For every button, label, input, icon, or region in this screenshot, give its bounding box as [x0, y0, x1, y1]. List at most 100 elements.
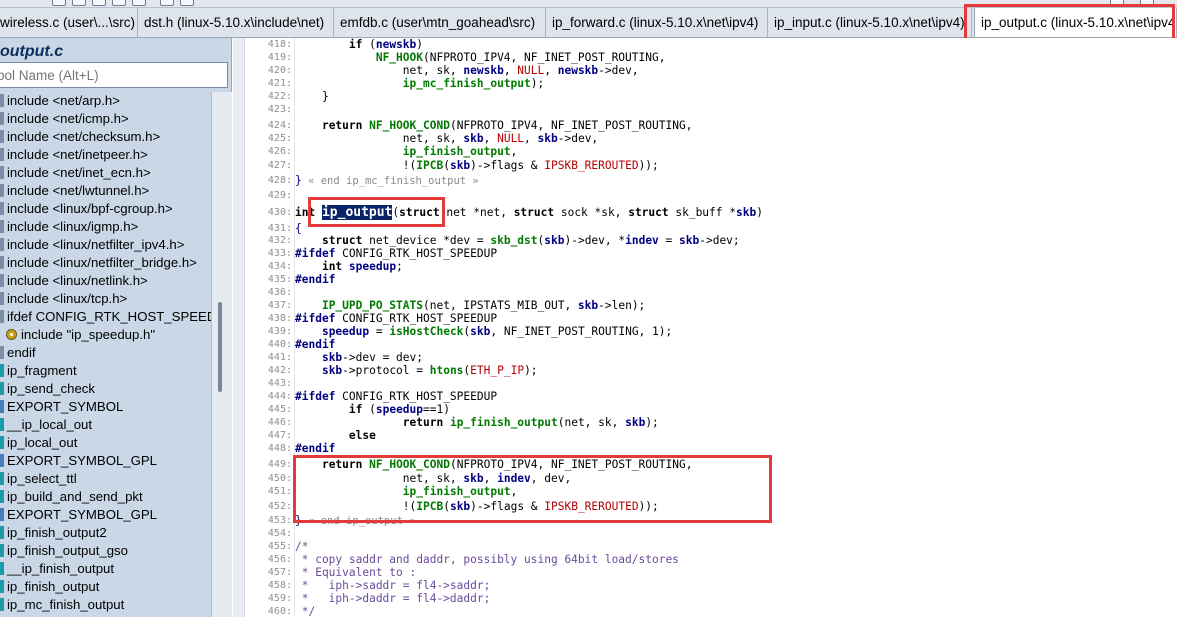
- line-number: 437:: [267, 300, 292, 311]
- toolbar-button[interactable]: [180, 0, 194, 6]
- code-line-419: NF_HOOK(NFPROTO_IPV4, NF_INET_POST_ROUTI…: [295, 51, 666, 64]
- toolbar-button[interactable]: [1110, 0, 1124, 6]
- line-number: 445:: [267, 404, 292, 415]
- symbol-list-item[interactable]: ifdef CONFIG_RTK_HOST_SPEEDUP: [0, 308, 211, 326]
- code-text: }: [295, 174, 302, 187]
- symbol-list-item[interactable]: __ip_finish_output: [0, 560, 211, 578]
- symbol-list-item[interactable]: include <net/icmp.h>: [0, 110, 211, 128]
- code-text: return NF_HOOK_COND(NFPROTO_IPV4, NF_INE…: [321, 119, 693, 132]
- function-icon: [0, 544, 4, 557]
- line-number: 459:: [267, 593, 292, 604]
- end-block-comment: « end ip_output »: [301, 515, 416, 527]
- tab-ip-forward[interactable]: ip_forward.c (linux-5.10.x\net\ipv4): [546, 8, 768, 37]
- toolbar-button[interactable]: [1140, 0, 1154, 6]
- symbol-list-item[interactable]: ip_local_out: [0, 434, 211, 452]
- selected-function-name[interactable]: ip_output: [321, 205, 393, 220]
- function-icon: [0, 580, 4, 593]
- symbol-label: EXPORT_SYMBOL_GPL: [7, 453, 158, 468]
- symbol-list-item[interactable]: include <net/inetpeer.h>: [0, 146, 211, 164]
- code-text: net, sk, skb, NULL, skb->dev,: [295, 132, 599, 145]
- symbol-list-item[interactable]: ip_finish_output2: [0, 524, 211, 542]
- code-text: */: [295, 605, 316, 617]
- code-line-440: #endif: [295, 338, 335, 351]
- sidebar-file-title: output.c: [0, 43, 64, 60]
- symbol-label: include <linux/netfilter_ipv4.h>: [7, 237, 185, 252]
- tab-dst-h[interactable]: dst.h (linux-5.10.x\include\net): [138, 8, 334, 37]
- sidebar-scrollbar[interactable]: [211, 92, 232, 617]
- line-number: 449:: [267, 459, 292, 470]
- symbol-list-item[interactable]: include <net/inet_ecn.h>: [0, 164, 211, 182]
- symbol-list-item[interactable]: ip_finish_output_gso: [0, 542, 211, 560]
- macro-icon: [0, 454, 4, 467]
- toolbar-button[interactable]: [160, 0, 174, 6]
- code-text: * copy saddr and daddr, possibly using 6…: [295, 553, 679, 566]
- symbol-list-item[interactable]: include <net/arp.h>: [0, 92, 211, 110]
- function-icon: [0, 364, 4, 377]
- line-number: 441:: [267, 352, 292, 363]
- code-line-446: return ip_finish_output(net, sk, skb);: [295, 416, 659, 429]
- symbol-list-item[interactable]: include "ip_speedup.h": [0, 326, 211, 344]
- line-number: 422:: [267, 91, 292, 102]
- line-number: 435:: [267, 274, 292, 285]
- include-icon: [0, 94, 4, 107]
- symbol-label: ip_finish_output_gso: [7, 543, 128, 558]
- symbol-list-item[interactable]: include <linux/bpf-cgroup.h>: [0, 200, 211, 218]
- symbol-list-item[interactable]: ip_build_and_send_pkt: [0, 488, 211, 506]
- line-number: 438:: [267, 313, 292, 324]
- symbol-list-item[interactable]: include <net/checksum.h>: [0, 128, 211, 146]
- line-number: 439:: [267, 326, 292, 337]
- symbol-search-input[interactable]: [0, 62, 228, 88]
- symbol-list-item[interactable]: ip_mc_finish_output: [0, 596, 211, 614]
- toolbar-button[interactable]: [92, 0, 106, 6]
- macro-icon: [0, 508, 4, 521]
- tab-ip-input[interactable]: ip_input.c (linux-5.10.x\net\ipv4): [768, 8, 972, 37]
- line-number: 419:: [267, 52, 292, 63]
- toolbar-button[interactable]: [72, 0, 86, 6]
- code-line-460: */: [295, 605, 315, 617]
- tab-wireless[interactable]: wireless.c (user\...\src): [0, 8, 138, 37]
- code-line-455: /*: [295, 540, 308, 553]
- symbol-list-item[interactable]: EXPORT_SYMBOL_GPL: [0, 506, 211, 524]
- symbol-list-item[interactable]: __ip_local_out: [0, 416, 211, 434]
- toolbar-button[interactable]: [132, 0, 146, 6]
- code-text: IP_UPD_PO_STATS(net, IPSTATS_MIB_OUT, sk…: [321, 299, 646, 312]
- line-number: 454:: [267, 528, 292, 539]
- symbol-list-item[interactable]: ip_fragment: [0, 362, 211, 380]
- code-area[interactable]: if (newskb) NF_HOOK(NFPROTO_IPV4, NF_INE…: [294, 38, 1177, 617]
- code-line-420: net, sk, newskb, NULL, newskb->dev,: [295, 64, 639, 77]
- symbol-list-item[interactable]: ip_finish_output: [0, 578, 211, 596]
- tab-emfdb[interactable]: emfdb.c (user\mtn_goahead\src): [334, 8, 546, 37]
- code-text: #ifdef CONFIG_RTK_HOST_SPEEDUP: [295, 312, 498, 325]
- include-gear-icon: [6, 329, 17, 340]
- symbol-label: ip_mc_finish_output: [7, 597, 125, 612]
- symbol-list-item[interactable]: include <linux/netfilter_ipv4.h>: [0, 236, 211, 254]
- macro-icon: [0, 400, 4, 413]
- symbol-list-item[interactable]: endif: [0, 344, 211, 362]
- line-number: 450:: [267, 473, 292, 484]
- code-line-421: ip_mc_finish_output);: [295, 77, 544, 90]
- line-number: 442:: [267, 365, 292, 376]
- code-line-428: } « end ip_mc_finish_output »: [295, 174, 479, 187]
- symbol-list-item[interactable]: include <linux/igmp.h>: [0, 218, 211, 236]
- editor-gutter: [233, 38, 245, 617]
- symbol-list-item[interactable]: ip_send_check: [0, 380, 211, 398]
- symbol-label: include <net/inetpeer.h>: [7, 147, 148, 162]
- symbol-list-item[interactable]: EXPORT_SYMBOL: [0, 398, 211, 416]
- code-text: (struct net *net, struct sock *sk, struc…: [392, 206, 763, 219]
- symbol-list-item[interactable]: include <linux/netlink.h>: [0, 272, 211, 290]
- toolbar-button[interactable]: [52, 0, 66, 6]
- symbol-list-item[interactable]: ip_select_ttl: [0, 470, 211, 488]
- code-line-453: } « end ip_output »: [295, 514, 416, 527]
- code-editor[interactable]: 418: 419: 420: 421: 422: 423: 424: 425: 426: 427:…: [233, 38, 1177, 617]
- scrollbar-thumb[interactable]: [218, 302, 222, 392]
- line-number: 429:: [267, 190, 292, 201]
- tab-ip-output[interactable]: ip_output.c (linux-5.10.x\net\ipv4: [974, 8, 1177, 37]
- symbol-list-item[interactable]: include <linux/tcp.h>: [0, 290, 211, 308]
- symbol-list-item[interactable]: EXPORT_SYMBOL_GPL: [0, 452, 211, 470]
- symbol-list-item[interactable]: include <linux/netfilter_bridge.h>: [0, 254, 211, 272]
- end-block-comment: « end ip_mc_finish_output »: [301, 175, 479, 187]
- symbol-list-item[interactable]: include <net/lwtunnel.h>: [0, 182, 211, 200]
- toolbar-button[interactable]: [112, 0, 126, 6]
- include-icon: [0, 166, 4, 179]
- code-line-450: net, sk, skb, indev, dev,: [295, 472, 571, 485]
